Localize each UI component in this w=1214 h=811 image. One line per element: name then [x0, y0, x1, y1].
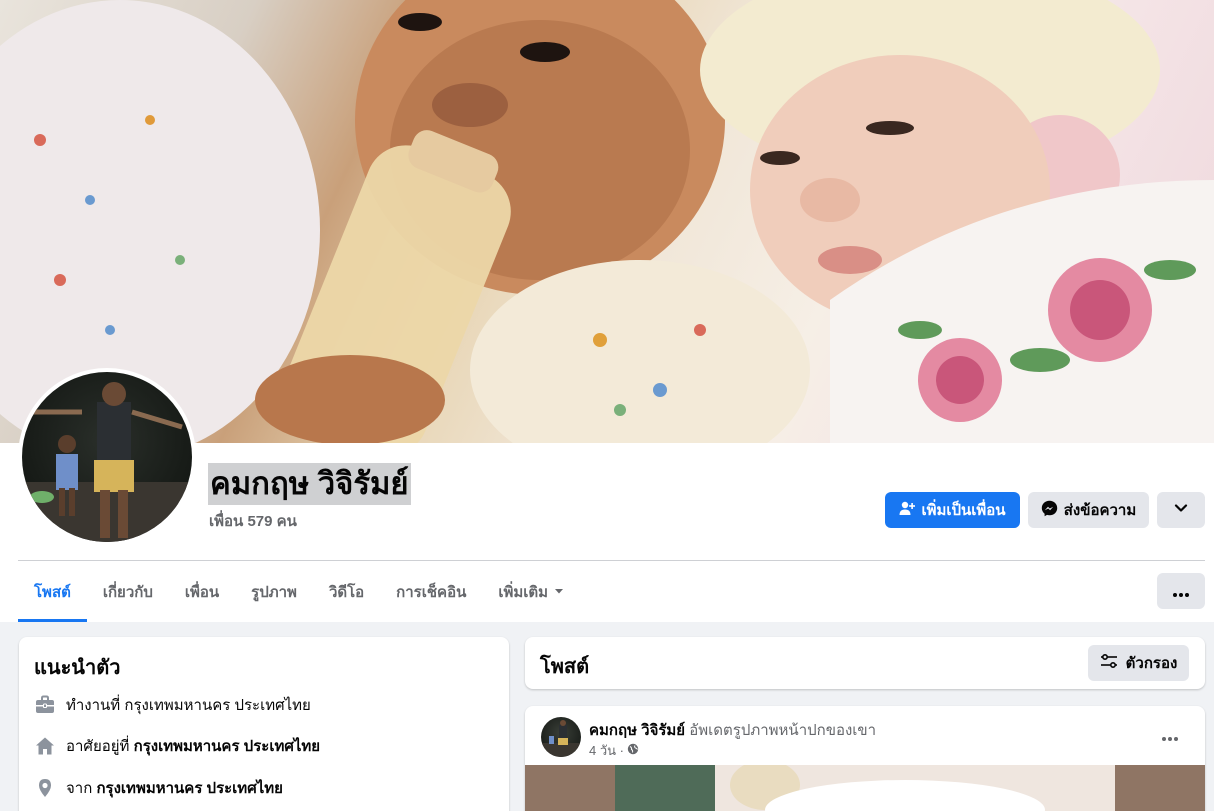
- intro-from-place[interactable]: กรุงเทพมหานคร ประเทศไทย: [96, 780, 282, 797]
- intro-title: แนะนำตัว: [34, 657, 121, 679]
- profile-tabs: โพสต์ เกี่ยวกับ เพื่อน รูปภาพ วิดีโอ การ…: [18, 561, 580, 622]
- post-card: คมกฤษ วิจิรัมย์ อัพเดตรูปภาพหน้าปกของเขา…: [525, 706, 1205, 811]
- post-options-button[interactable]: [1155, 720, 1185, 750]
- tab-friends[interactable]: เพื่อน: [169, 561, 235, 622]
- intro-lives-text: อาศัยอยู่ที่ กรุงเทพมหานคร ประเทศไทย: [66, 734, 320, 758]
- caret-down-icon: [554, 583, 564, 600]
- intro-from: จาก กรุงเทพมหานคร ประเทศไทย: [34, 776, 283, 800]
- intro-work-text: ทำงานที่ กรุงเทพมหานคร ประเทศไทย: [66, 693, 311, 717]
- ellipsis-icon: [1173, 581, 1189, 602]
- location-pin-icon: [34, 777, 56, 799]
- intro-work: ทำงานที่ กรุงเทพมหานคร ประเทศไทย: [34, 693, 311, 717]
- add-friend-button[interactable]: เพิ่มเป็นเพื่อน: [885, 492, 1020, 528]
- post-image[interactable]: [525, 765, 1205, 811]
- filter-label: ตัวกรอง: [1125, 655, 1178, 672]
- tab-photos[interactable]: รูปภาพ: [235, 561, 313, 622]
- person-plus-icon: [899, 500, 916, 520]
- tab-checkins[interactable]: การเช็คอิน: [380, 561, 482, 622]
- intro-card: แนะนำตัว ทำงานที่ กรุงเทพมหานคร ประเทศไท…: [19, 637, 509, 811]
- intro-from-text: จาก กรุงเทพมหานคร ประเทศไทย: [66, 776, 283, 800]
- posts-header-card: โพสต์ ตัวกรอง: [525, 637, 1205, 689]
- intro-lives-prefix: อาศัยอยู่ที่: [66, 738, 134, 755]
- tab-videos[interactable]: วิดีโอ: [313, 561, 380, 622]
- post-author-name[interactable]: คมกฤษ วิจิรัมย์: [589, 722, 685, 739]
- profile-more-button[interactable]: [1157, 492, 1205, 528]
- tab-more[interactable]: เพิ่มเติม: [482, 561, 580, 622]
- tab-label: เกี่ยวกับ: [102, 583, 153, 601]
- filter-button[interactable]: ตัวกรอง: [1088, 645, 1189, 681]
- add-friend-label: เพิ่มเป็นเพื่อน: [921, 502, 1006, 519]
- cover-photo[interactable]: [0, 0, 1214, 443]
- filter-sliders-icon: [1100, 653, 1118, 672]
- cover-photo-illustration: [0, 0, 1214, 443]
- messenger-icon: [1041, 500, 1058, 521]
- chevron-down-icon: [1174, 501, 1188, 519]
- tab-label: โพสต์: [34, 583, 71, 601]
- message-label: ส่งข้อความ: [1063, 502, 1137, 519]
- intro-lives-place[interactable]: กรุงเทพมหานคร ประเทศไทย: [134, 738, 320, 755]
- post-header: คมกฤษ วิจิรัมย์ อัพเดตรูปภาพหน้าปกของเขา: [589, 718, 876, 742]
- home-icon: [34, 735, 56, 757]
- tab-about[interactable]: เกี่ยวกับ: [87, 561, 169, 622]
- tab-label: วิดีโอ: [328, 583, 365, 601]
- post-time-text: 4 วัน ·: [589, 743, 624, 758]
- tab-label: การเช็คอิน: [396, 583, 467, 601]
- intro-lives: อาศัยอยู่ที่ กรุงเทพมหานคร ประเทศไทย: [34, 734, 320, 758]
- post-action-text: อัพเดตรูปภาพหน้าปกของเขา: [689, 722, 877, 739]
- ellipsis-icon: [1162, 725, 1178, 746]
- profile-avatar[interactable]: [18, 368, 196, 546]
- profile-header: คมกฤษ วิจิรัมย์ เพื่อน 579 คน เพิ่มเป็นเ…: [0, 0, 1214, 622]
- message-button[interactable]: ส่งข้อความ: [1028, 492, 1149, 528]
- post-timestamp[interactable]: 4 วัน ·: [589, 740, 639, 761]
- post-author-avatar[interactable]: [541, 717, 581, 757]
- tab-label: รูปภาพ: [251, 583, 297, 601]
- briefcase-icon: [34, 694, 56, 716]
- friend-count[interactable]: เพื่อน 579 คน: [209, 509, 297, 533]
- intro-from-prefix: จาก: [66, 780, 97, 797]
- posts-title: โพสต์: [540, 656, 590, 678]
- tab-posts[interactable]: โพสต์: [18, 561, 87, 622]
- tab-label: เพื่อน: [184, 583, 220, 601]
- intro-work-prefix: ทำงานที่: [66, 697, 125, 714]
- intro-work-place[interactable]: กรุงเทพมหานคร ประเทศไทย: [124, 697, 310, 714]
- profile-name: คมกฤษ วิจิรัมย์: [208, 463, 411, 505]
- globe-icon: [627, 743, 639, 758]
- avatar-image: [22, 372, 192, 542]
- tabs-menu-button[interactable]: [1157, 573, 1205, 609]
- tab-label: เพิ่มเติม: [498, 583, 549, 601]
